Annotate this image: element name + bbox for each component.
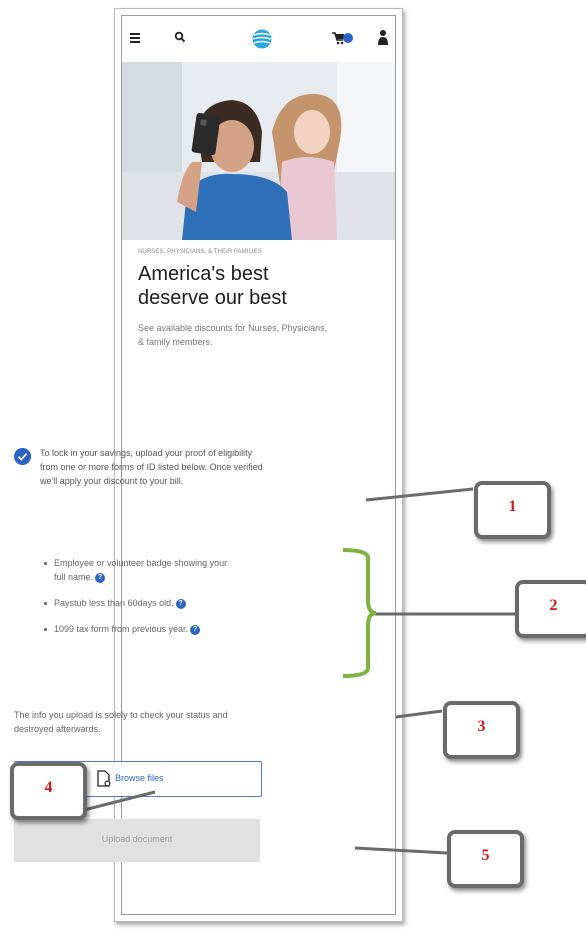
promo-subtitle: See available discounts for Nurses, Phys… [138, 323, 328, 347]
top-navigation-bar [122, 16, 395, 62]
upload-document-label: Upload document [101, 834, 173, 844]
checkmark-circle-icon [14, 448, 31, 465]
help-question-icon[interactable]: ? [175, 598, 186, 609]
callout-number-3: 3 [477, 718, 486, 735]
promo-headline: America's best deserve our best [138, 262, 379, 310]
hamburger-menu-icon[interactable] [130, 33, 140, 43]
document-file-icon [97, 770, 111, 787]
id-option-label: Employee or volunteer badge showing your… [54, 558, 228, 582]
privacy-info-text: The info you upload is solely to check y… [14, 710, 228, 734]
promo-section: NURSES, PHYSICIANS, & THEIR FAMILIES Ame… [138, 249, 379, 349]
search-icon[interactable] [174, 31, 186, 43]
account-user-icon[interactable] [377, 29, 389, 45]
id-option-label: 1099 tax form from previous year. [54, 624, 189, 634]
promo-headline-line-1: America's best [138, 263, 269, 285]
help-question-icon[interactable]: ? [190, 624, 201, 635]
callout-box-5: 5 [447, 830, 524, 888]
upload-document-button[interactable]: Upload document [14, 819, 260, 862]
promo-eyebrow: NURSES, PHYSICIANS, & THEIR FAMILIES [138, 249, 262, 255]
shopping-cart-icon[interactable] [332, 31, 354, 45]
callout-box-3: 3 [443, 701, 520, 759]
callout-box-1: 1 [474, 481, 551, 539]
id-option-label: Paystub less than 60days old. [54, 598, 174, 608]
browse-files-label: Browse files [115, 773, 164, 783]
eligibility-notice-text: To lock in your savings, upload your pro… [40, 448, 263, 486]
callout-box-2: 2 [515, 580, 586, 638]
callout-number-1: 1 [508, 498, 517, 515]
id-option-item: Employee or volunteer badge showing your… [44, 556, 229, 584]
id-option-item: Paystub less than 60days old.? [44, 596, 229, 610]
callout-number-2: 2 [549, 597, 558, 614]
att-globe-logo-icon[interactable] [252, 29, 272, 49]
id-option-item: 1099 tax form from previous year.? [44, 622, 229, 636]
help-question-icon[interactable]: ? [95, 572, 106, 583]
id-options-list: Employee or volunteer badge showing your… [44, 556, 229, 648]
hero-image-nurse-selfie-with-child [122, 62, 395, 240]
promo-headline-line-2: deserve our best [138, 287, 287, 309]
callout-number-5: 5 [481, 847, 490, 864]
callout-box-4: 4 [10, 762, 87, 820]
callout-number-4: 4 [44, 779, 53, 796]
